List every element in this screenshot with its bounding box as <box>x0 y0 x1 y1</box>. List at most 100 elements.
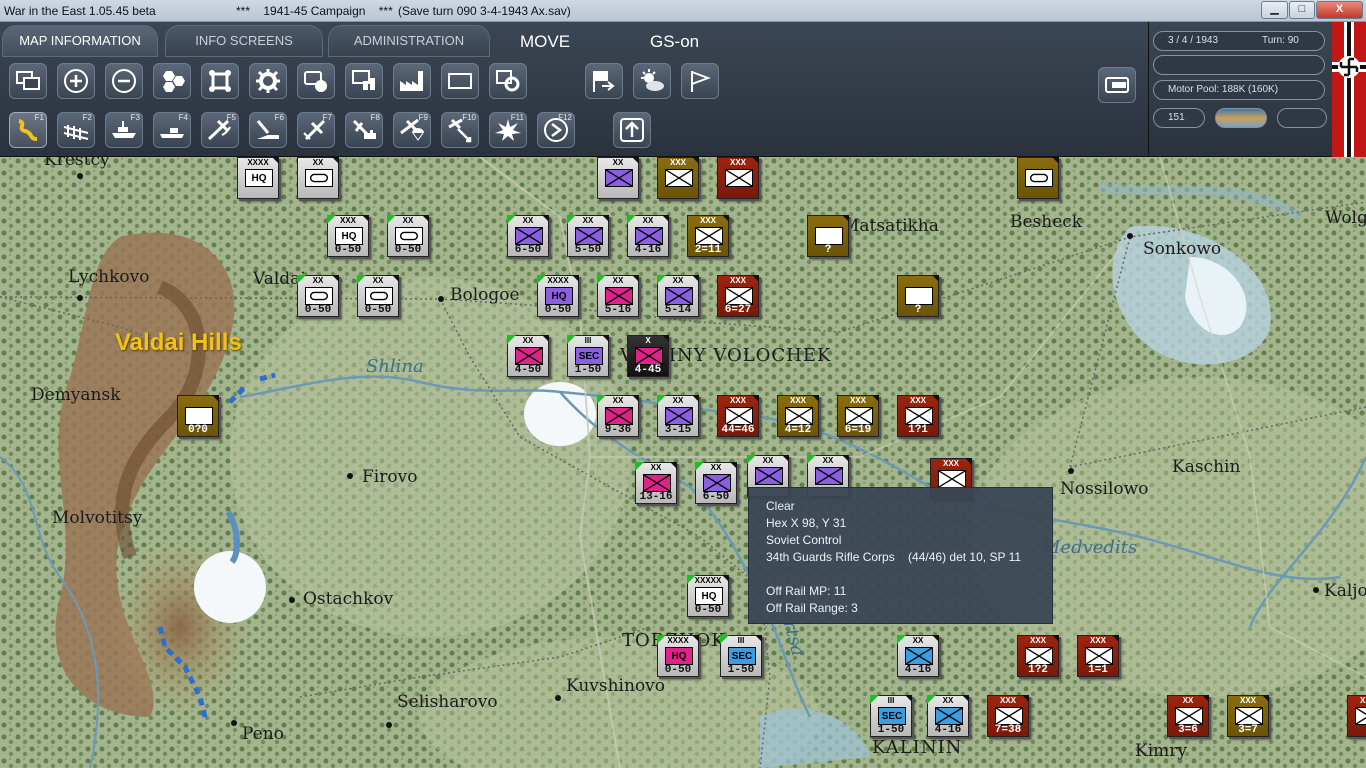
unit-counter[interactable]: III SEC 1-50 <box>870 695 912 737</box>
unit-counter[interactable]: XXXXX HQ 0-50 <box>687 575 729 617</box>
tab-info-screens[interactable]: INFO SCREENS <box>165 25 323 57</box>
town-label: Molvotitsy <box>52 508 143 528</box>
unit-echelon: XXXX <box>547 276 569 285</box>
unit-counter[interactable]: III SEC 1-50 <box>567 335 609 377</box>
unit-counter[interactable]: XX <box>297 157 339 199</box>
air-recon-button[interactable]: F5 <box>201 112 239 148</box>
unit-counter[interactable]: XXX 1?1 <box>897 395 939 437</box>
zoom-in-button[interactable] <box>57 63 95 99</box>
unit-box-button[interactable] <box>201 63 239 99</box>
upload-button[interactable] <box>613 112 651 148</box>
unit-counter[interactable]: 0?0 <box>177 395 219 437</box>
maximize-button[interactable]: □ <box>1289 1 1315 19</box>
unit-counter[interactable]: XX 9-36 <box>597 395 639 437</box>
unit-counter[interactable]: XX 4-16 <box>897 635 939 677</box>
mode-move-button[interactable]: MOVE <box>520 32 570 52</box>
unit-counter[interactable]: XX 5-50 <box>567 215 609 257</box>
unknown-unit-icon <box>186 408 212 424</box>
rectangle-button[interactable] <box>441 63 479 99</box>
unit-info-button[interactable] <box>489 63 527 99</box>
close-button[interactable]: X <box>1316 1 1363 19</box>
unit-counter[interactable]: XXX <box>657 157 699 199</box>
unit-counter[interactable]: XX 4-16 <box>627 215 669 257</box>
unit-strength: 0-50 <box>334 244 362 256</box>
movement-path-button[interactable]: F1 <box>9 112 47 148</box>
unit-counter[interactable]: XX 6-50 <box>695 462 737 504</box>
forward-button[interactable]: F12 <box>537 112 575 148</box>
unit-counter[interactable] <box>1017 157 1059 199</box>
mode-gs-button[interactable]: GS-on <box>650 32 699 52</box>
unit-counter[interactable]: XX 0-50 <box>357 275 399 317</box>
unit-counter[interactable]: XXX 2=11 <box>687 215 729 257</box>
town-marker <box>77 295 83 301</box>
unit-counter[interactable]: XXXX HQ <box>237 157 279 199</box>
rectangle-icon <box>448 73 472 89</box>
unit-counter[interactable]: XXX <box>717 157 759 199</box>
weather-button[interactable] <box>633 63 671 99</box>
unit-counter[interactable]: XXX 3=7 <box>1227 695 1269 737</box>
game-map[interactable]: Krestcy Lychkovo Valdai Bologoe Demyansk… <box>0 157 1366 768</box>
infantry-icon <box>906 408 932 424</box>
empty-status-bar <box>1153 55 1325 75</box>
unit-counter[interactable]: XXX 4=12 <box>777 395 819 437</box>
unit-counter[interactable]: XXXX HQ 0-50 <box>657 635 699 677</box>
unit-counter[interactable]: ? <box>897 275 939 317</box>
tab-map-information[interactable]: MAP INFORMATION <box>2 25 158 57</box>
town-label: Ostachkov <box>303 589 394 609</box>
unit-counter[interactable]: XXX 44=46 <box>717 395 759 437</box>
air-transport-button[interactable]: F7 <box>297 112 335 148</box>
town-marker <box>1313 587 1319 593</box>
naval-button[interactable]: F3 <box>105 112 143 148</box>
unit-counter[interactable]: XX 0-50 <box>387 215 429 257</box>
unit-counter[interactable]: III SEC 1-50 <box>720 635 762 677</box>
tab-administration[interactable]: ADMINISTRATION <box>328 25 490 57</box>
zoom-out-button[interactable] <box>105 63 143 99</box>
rail-button[interactable]: F2 <box>57 112 95 148</box>
unit-echelon: XX <box>650 463 662 472</box>
infantry-icon <box>1176 708 1202 724</box>
unit-counter[interactable]: XXX 1?2 <box>1017 635 1059 677</box>
unit-counter[interactable]: XXXX HQ 0-50 <box>537 275 579 317</box>
unit-counter[interactable]: XX 4-16 <box>927 695 969 737</box>
unit-counter[interactable]: XXX <box>1347 695 1366 737</box>
unit-box-icon <box>209 70 231 92</box>
unit-counter[interactable]: XXX 6=27 <box>717 275 759 317</box>
unit-counter[interactable]: ? <box>807 215 849 257</box>
zoom-in-icon <box>64 69 88 93</box>
unit-stack-button[interactable] <box>297 63 335 99</box>
hotkey-label: F10 <box>462 113 476 122</box>
flag-button[interactable] <box>681 63 719 99</box>
sealift-button[interactable]: F4 <box>153 112 191 148</box>
hex-info-tooltip: Clear Hex X 98, Y 31 Soviet Control 34th… <box>748 487 1053 624</box>
air-strike-button[interactable]: F8 <box>345 112 383 148</box>
unit-type-symbol <box>785 407 813 425</box>
multi-window-button[interactable] <box>9 63 47 99</box>
unit-counter[interactable]: XX 0-50 <box>297 275 339 317</box>
minimize-button[interactable]: ▁ <box>1261 1 1288 19</box>
unit-counter[interactable]: XX 5-16 <box>597 275 639 317</box>
weather-indicator[interactable] <box>1215 108 1267 128</box>
settings-button[interactable] <box>249 63 287 99</box>
unit-list-button[interactable] <box>1098 67 1136 103</box>
unit-corner-marker <box>212 395 219 402</box>
unit-counter[interactable]: XXX 7=38 <box>987 695 1029 737</box>
unit-counter[interactable]: XX 4-50 <box>507 335 549 377</box>
unit-counter[interactable]: XXX HQ 0-50 <box>327 215 369 257</box>
unit-counter[interactable]: XX 3-15 <box>657 395 699 437</box>
end-turn-button[interactable] <box>585 63 623 99</box>
unit-counter[interactable]: XX 6-50 <box>507 215 549 257</box>
unit-counter[interactable]: XX <box>597 157 639 199</box>
unit-counter[interactable]: XXX 6=19 <box>837 395 879 437</box>
unit-counter[interactable]: X 4-45 <box>627 335 669 377</box>
ground-attack-button[interactable]: F6 <box>249 112 287 148</box>
unit-counter[interactable]: XX 5-14 <box>657 275 699 317</box>
unit-counter[interactable]: XX 3=6 <box>1167 695 1209 737</box>
unit-counter[interactable]: XX 13-16 <box>635 462 677 504</box>
explosion-button[interactable]: F11 <box>489 112 527 148</box>
factory-button[interactable] <box>393 63 431 99</box>
paradrop-button[interactable]: F9 <box>393 112 431 148</box>
air-interdiction-button[interactable]: F10 <box>441 112 479 148</box>
unit-counter[interactable]: XXX 1=1 <box>1077 635 1119 677</box>
hex-grid-button[interactable] <box>153 63 191 99</box>
hq-display-button[interactable] <box>345 63 383 99</box>
